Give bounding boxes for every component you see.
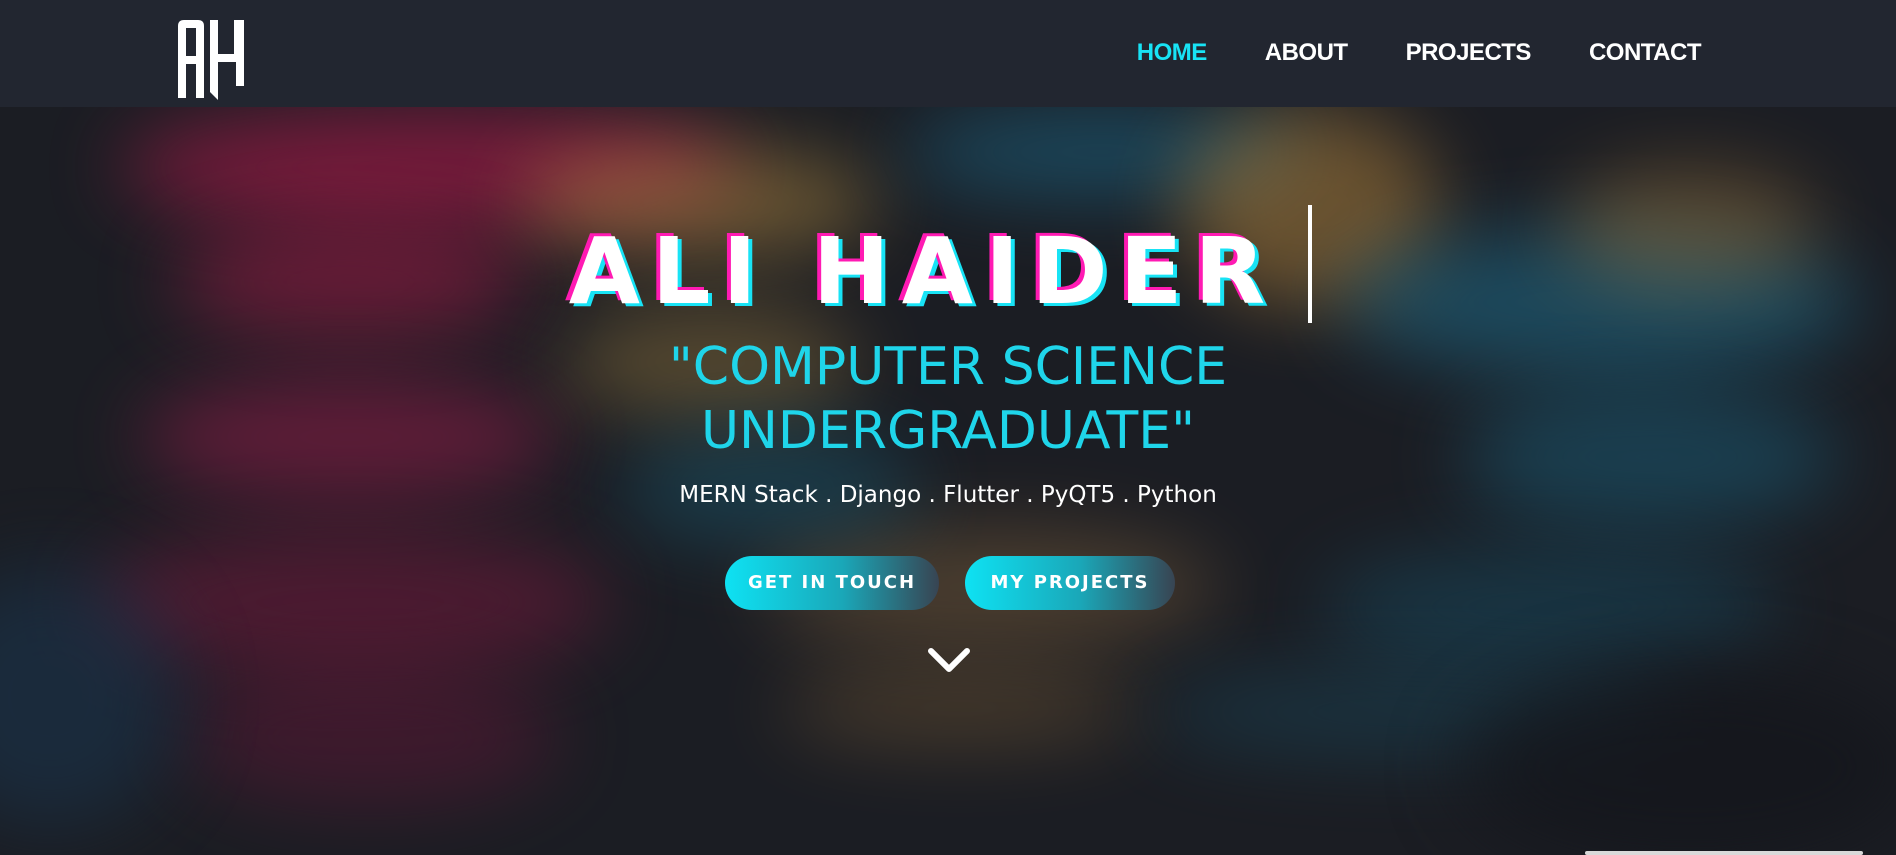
- nav-about-link[interactable]: ABOUT: [1265, 36, 1348, 70]
- nav-home-link[interactable]: HOME: [1137, 36, 1208, 70]
- chevron-down-icon[interactable]: [926, 645, 972, 675]
- hero-name: ALI HAIDER: [0, 217, 1896, 327]
- get-in-touch-button[interactable]: GET IN TOUCH: [725, 556, 939, 610]
- ah-logo-icon[interactable]: [176, 18, 246, 100]
- typing-caret: [1308, 205, 1312, 323]
- scrollbar-edge[interactable]: [1585, 851, 1863, 855]
- hero-subtitle-line2: UNDERGRADUATE": [700, 401, 1196, 461]
- my-projects-button[interactable]: MY PROJECTS: [965, 556, 1175, 610]
- nav-menu: HOME ABOUT PROJECTS CONTACT: [1137, 36, 1702, 70]
- tech-stack-text: MERN Stack . Django . Flutter . PyQT5 . …: [679, 482, 1217, 508]
- nav-projects-link[interactable]: PROJECTS: [1406, 36, 1532, 70]
- navbar: HOME ABOUT PROJECTS CONTACT: [0, 0, 1896, 107]
- nav-contact-link[interactable]: CONTACT: [1589, 36, 1702, 70]
- hero-name-text: ALI HAIDER: [568, 218, 1278, 325]
- hero-section: ALI HAIDER "COMPUTER SCIENCE UNDERGRADUA…: [0, 107, 1896, 855]
- hero-content: ALI HAIDER "COMPUTER SCIENCE UNDERGRADUA…: [0, 107, 1896, 855]
- hero-subtitle: "COMPUTER SCIENCE UNDERGRADUATE": [0, 335, 1896, 463]
- hero-subtitle-line1: "COMPUTER SCIENCE: [668, 337, 1228, 397]
